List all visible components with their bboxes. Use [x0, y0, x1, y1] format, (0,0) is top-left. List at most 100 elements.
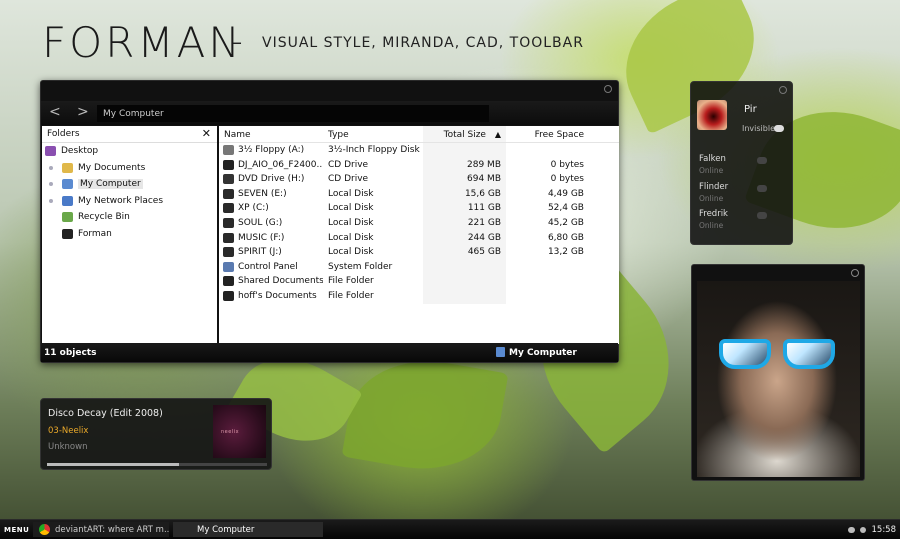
- tree-item[interactable]: Recycle Bin: [42, 209, 217, 226]
- table-row[interactable]: Control Panel System Folder: [219, 259, 619, 275]
- file-total-size: [423, 143, 506, 158]
- file-free-space: 6,80 GB: [547, 232, 584, 243]
- table-row[interactable]: XP (C:) Local Disk 111 GB 52,4 GB: [219, 201, 619, 216]
- file-name: 3½ Floppy (A:): [219, 143, 323, 158]
- control-panel-icon: [223, 261, 234, 272]
- expand-icon[interactable]: [49, 198, 53, 203]
- file-name-label: MUSIC (F:): [238, 232, 285, 243]
- file-name: MUSIC (F:): [219, 231, 323, 246]
- album-cover: neelix: [213, 405, 266, 458]
- file-name: SOUL (G:): [219, 216, 323, 231]
- avatar[interactable]: [697, 100, 727, 130]
- status-bar: 11 objects My Computer: [41, 343, 618, 362]
- column-type[interactable]: Type: [323, 126, 423, 142]
- start-menu-button[interactable]: MENU: [4, 526, 29, 534]
- back-button[interactable]: <: [49, 104, 61, 120]
- explorer-window: < > My Computer Folders ✕ Desktop My Docu…: [40, 80, 619, 363]
- sunglasses-graphic: [715, 339, 841, 369]
- tray-icon[interactable]: [860, 527, 866, 533]
- file-free-space: 45,2 GB: [547, 217, 584, 228]
- table-row[interactable]: DVD Drive (H:) CD Drive 694 MB 0 bytes: [219, 172, 619, 187]
- miranda-user-name: Pir: [744, 104, 757, 115]
- track-artist: 03-Neelix: [48, 426, 89, 436]
- clock: 15:58: [871, 525, 897, 535]
- file-total-size: [423, 259, 506, 275]
- address-input[interactable]: My Computer: [97, 105, 489, 122]
- tree-item-label: Desktop: [61, 146, 99, 156]
- folders-header: Folders ✕: [42, 126, 217, 143]
- track-title: Disco Decay (Edit 2008): [48, 408, 163, 419]
- file-name-label: Shared Documents: [238, 276, 323, 287]
- contact-item[interactable]: Falken Online: [699, 154, 767, 175]
- music-player: Disco Decay (Edit 2008) 03-Neelix Unknow…: [40, 398, 272, 470]
- file-total-size: 111 GB: [423, 201, 506, 216]
- column-free-space[interactable]: Free Space: [506, 126, 589, 142]
- sort-ascending-icon: ▲: [494, 130, 501, 139]
- file-free-space: 0 bytes: [550, 159, 584, 170]
- file-name-label: Control Panel: [238, 261, 298, 272]
- table-row[interactable]: Shared Documents File Folder: [219, 274, 619, 289]
- tree-item[interactable]: Desktop: [42, 143, 217, 160]
- contact-status: Online: [699, 221, 724, 230]
- message-bubble-icon: [757, 185, 767, 192]
- address-bar: < > My Computer: [41, 101, 618, 125]
- file-type: Local Disk: [328, 203, 374, 214]
- forward-button[interactable]: >: [77, 104, 89, 120]
- column-total-size[interactable]: Total Size ▲: [423, 126, 506, 142]
- brand-subtitle: VISUAL STYLE, MIRANDA, CAD, TOOLBAR: [262, 35, 584, 51]
- status-object-count: 11 objects: [44, 348, 97, 358]
- file-type: Local Disk: [328, 217, 374, 228]
- file-free-space: 13,2 GB: [547, 247, 584, 258]
- desktop-icon: [45, 146, 56, 156]
- tray-icon[interactable]: [848, 527, 855, 533]
- tree-item[interactable]: Forman: [42, 226, 217, 243]
- table-row[interactable]: hoff's Documents File Folder: [219, 288, 619, 304]
- message-bubble-icon: [757, 157, 767, 164]
- taskbar: MENU deviantART: where ART m... My Compu…: [0, 519, 900, 539]
- folder-icon: [223, 276, 234, 287]
- file-total-size: 465 GB: [423, 245, 506, 260]
- file-free-space: [506, 260, 589, 275]
- tree-item-label: My Documents: [78, 162, 146, 173]
- file-total-size: [423, 288, 506, 304]
- expand-icon[interactable]: [49, 165, 53, 170]
- taskbar-task-label: My Computer: [197, 525, 255, 535]
- tree-item[interactable]: My Network Places: [42, 193, 217, 210]
- table-row[interactable]: SOUL (G:) Local Disk 221 GB 45,2 GB: [219, 215, 619, 231]
- expand-icon[interactable]: [49, 182, 53, 186]
- file-total-size: 15,6 GB: [423, 186, 506, 202]
- file-free-space: [506, 274, 589, 289]
- miranda-user-status[interactable]: Invisible: [742, 124, 775, 133]
- status-location: My Computer: [509, 348, 577, 358]
- tree-item[interactable]: My Documents: [42, 160, 217, 177]
- contact-item[interactable]: Flinder Online: [699, 182, 767, 203]
- disk-icon: [223, 232, 234, 243]
- chrome-icon: [39, 524, 50, 535]
- file-free-space: 4,49 GB: [547, 188, 584, 199]
- table-row[interactable]: 3½ Floppy (A:) 3½-Inch Floppy Disk: [219, 143, 619, 158]
- table-row[interactable]: SEVEN (E:) Local Disk 15,6 GB 4,49 GB: [219, 186, 619, 202]
- taskbar-task-browser[interactable]: deviantART: where ART m...: [33, 522, 169, 537]
- column-name[interactable]: Name: [219, 126, 323, 142]
- folders-close-icon[interactable]: ✕: [202, 127, 211, 140]
- status-toggle[interactable]: [774, 125, 784, 132]
- photo-close-button[interactable]: [851, 269, 859, 277]
- track-progress-bar[interactable]: [47, 463, 267, 466]
- taskbar-task-my-computer[interactable]: My Computer: [173, 522, 323, 537]
- track-progress-fill: [47, 463, 179, 466]
- file-name: XP (C:): [219, 201, 323, 216]
- table-row[interactable]: SPIRIT (J:) Local Disk 465 GB 13,2 GB: [219, 245, 619, 260]
- table-row[interactable]: DJ_AIO_06_F2400... CD Drive 289 MB 0 bytes: [219, 157, 619, 173]
- photo-widget: [691, 264, 865, 481]
- contact-item[interactable]: Fredrik Online: [699, 209, 767, 230]
- file-type: Local Disk: [328, 247, 374, 258]
- tree-item-label: Recycle Bin: [78, 212, 130, 222]
- contact-name: Flinder: [699, 182, 729, 192]
- file-name-label: DJ_AIO_06_F2400...: [238, 159, 323, 170]
- file-free-space: [506, 143, 589, 158]
- tree-item[interactable]: My Computer: [42, 176, 217, 193]
- file-name-label: SOUL (G:): [238, 217, 283, 228]
- miranda-close-button[interactable]: [779, 86, 787, 94]
- table-row[interactable]: MUSIC (F:) Local Disk 244 GB 6,80 GB: [219, 230, 619, 246]
- window-close-button[interactable]: [604, 85, 612, 93]
